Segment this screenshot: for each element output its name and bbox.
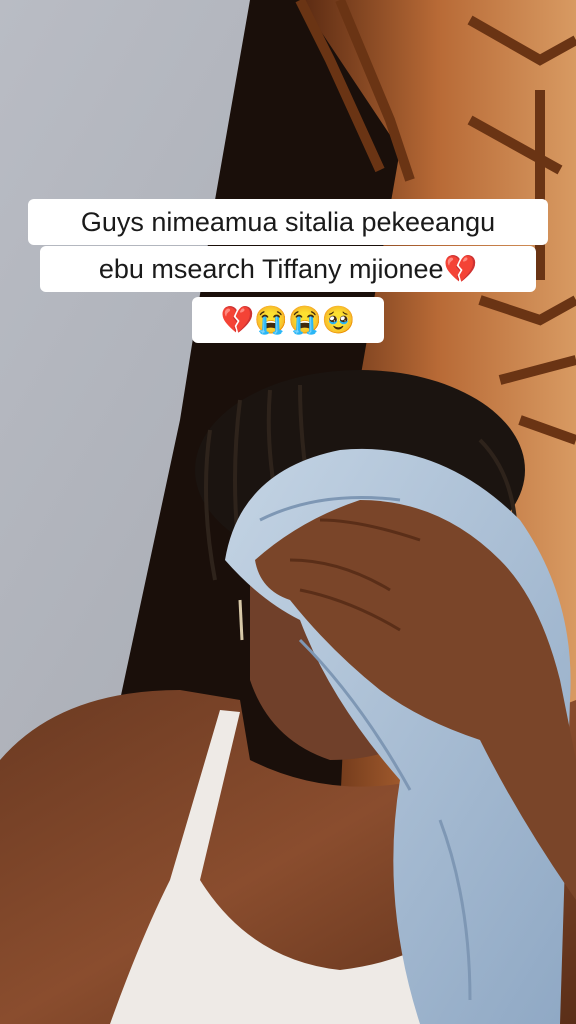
- photo-scene: [0, 0, 576, 1024]
- earring: [238, 599, 244, 641]
- caption-line-1: Guys nimeamua sitalia pekeeangu: [28, 199, 548, 245]
- caption-line-2: ebu msearch Tiffany mjionee💔: [40, 246, 536, 292]
- caption-line-3: 💔😭😭🥹: [192, 297, 384, 343]
